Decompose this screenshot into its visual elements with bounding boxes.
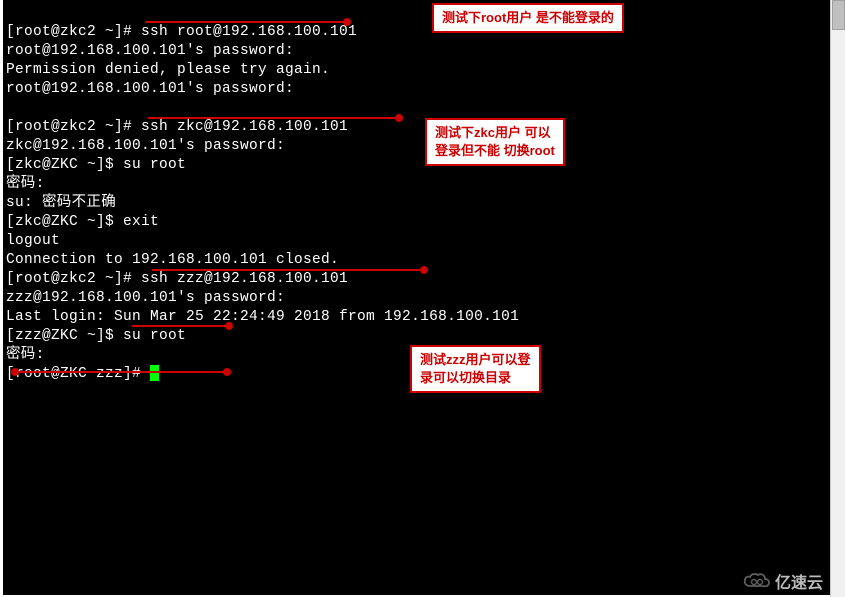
- terminal-line: [zkc@ZKC ~]$ su root: [6, 157, 186, 173]
- underline-indicator: [132, 325, 227, 327]
- terminal-line: su: 密码不正确: [6, 195, 116, 211]
- terminal-line: Connection to 192.168.100.101 closed.: [6, 252, 339, 268]
- annotation-zzz-login: 测试zzz用户可以登 录可以切换目录: [410, 345, 541, 393]
- dot-icon: [223, 368, 231, 376]
- terminal-line: Permission denied, please try again.: [6, 62, 330, 78]
- dot-icon: [225, 322, 233, 330]
- annotation-text: 测试下zkc用户 可以: [435, 125, 551, 140]
- underline-indicator: [15, 371, 225, 373]
- terminal-line: [zzz@ZKC ~]$ su root: [6, 328, 186, 344]
- terminal-line: zzz@192.168.100.101's password:: [6, 290, 285, 306]
- terminal-line: 密码:: [6, 176, 45, 192]
- watermark-text: 亿速云: [775, 569, 823, 593]
- annotation-text: 登录但不能 切换root: [435, 143, 555, 158]
- underline-indicator: [145, 21, 345, 23]
- annotation-text: 测试下root用户 是不能登录的: [442, 10, 614, 25]
- annotation-zkc-login: 测试下zkc用户 可以 登录但不能 切换root: [425, 118, 565, 166]
- dot-icon: [343, 18, 351, 26]
- annotation-text: 测试zzz用户可以登: [420, 352, 531, 367]
- cursor-icon: [150, 365, 159, 381]
- cloud-icon: [743, 572, 771, 590]
- terminal-line: [zkc@ZKC ~]$ exit: [6, 214, 159, 230]
- terminal-prompt: [root@ZKC zzz]#: [6, 366, 150, 382]
- terminal-line: root@192.168.100.101's password:: [6, 81, 294, 97]
- terminal-line: [root@zkc2 ~]# ssh zzz@192.168.100.101: [6, 271, 348, 287]
- vertical-scrollbar[interactable]: [830, 0, 845, 597]
- terminal-line: logout: [6, 233, 60, 249]
- terminal-line: Last login: Sun Mar 25 22:24:49 2018 fro…: [6, 309, 519, 325]
- underline-indicator: [152, 269, 422, 271]
- annotation-text: 录可以切换目录: [420, 370, 511, 385]
- terminal-line: 密码:: [6, 347, 45, 363]
- terminal-line: root@192.168.100.101's password:: [6, 43, 294, 59]
- terminal-line: [root@zkc2 ~]# ssh zkc@192.168.100.101: [6, 119, 348, 135]
- scrollbar-thumb[interactable]: [832, 0, 845, 30]
- watermark-logo: 亿速云: [743, 569, 823, 593]
- terminal-window[interactable]: [root@zkc2 ~]# ssh root@192.168.100.101 …: [3, 0, 830, 595]
- dot-icon: [420, 266, 428, 274]
- terminal-line: [root@zkc2 ~]# ssh root@192.168.100.101: [6, 24, 357, 40]
- underline-indicator: [148, 117, 398, 119]
- terminal-line: zkc@192.168.100.101's password:: [6, 138, 285, 154]
- dot-icon: [11, 368, 19, 376]
- dot-icon: [395, 114, 403, 122]
- annotation-root-login: 测试下root用户 是不能登录的: [432, 3, 624, 33]
